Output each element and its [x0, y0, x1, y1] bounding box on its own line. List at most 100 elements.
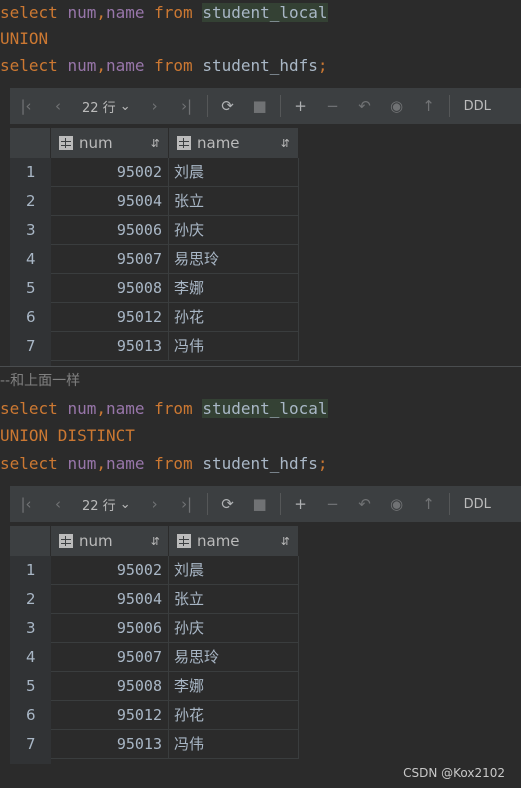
reload-icon[interactable]: ⟳	[212, 486, 244, 522]
sort-icon[interactable]: ⇵	[281, 137, 290, 150]
col-name: name	[105, 56, 145, 75]
kw-from: from	[154, 399, 193, 418]
rows-count-dropdown[interactable]: 22 行 ⌄	[74, 88, 139, 124]
sort-icon[interactable]: ⇵	[151, 137, 160, 150]
result-panel-1: |‹ ‹ 22 行 ⌄ › ›| ⟳ ■ + − ↶ ◉ ↑ DDL num ⇵ n…	[10, 88, 521, 366]
cell-name[interactable]: 冯伟	[169, 332, 299, 361]
col-name: name	[105, 454, 145, 473]
row-number[interactable]: 6	[10, 303, 51, 332]
sort-icon[interactable]: ⇵	[281, 535, 290, 548]
cell-num[interactable]: 95007	[51, 643, 169, 672]
cell-name[interactable]: 冯伟	[169, 730, 299, 759]
cell-num[interactable]: 95002	[51, 158, 169, 187]
cell-name[interactable]: 易思玲	[169, 643, 299, 672]
cell-num[interactable]: 95006	[51, 216, 169, 245]
ddl-button[interactable]: DDL	[454, 497, 501, 512]
cell-num[interactable]: 95004	[51, 187, 169, 216]
semicolon: ;	[317, 56, 328, 75]
sql-line-union-distinct[interactable]: UNION DISTINCT	[0, 423, 135, 449]
cell-name[interactable]: 孙庆	[169, 614, 299, 643]
sql-comment[interactable]: --和上面一样	[0, 368, 80, 394]
sql-line-select-local-2[interactable]: select num,name from student_local	[0, 396, 328, 422]
cell-num[interactable]: 95006	[51, 614, 169, 643]
next-page-icon[interactable]: ›	[139, 88, 171, 124]
previous-page-icon[interactable]: ‹	[42, 486, 74, 522]
row-number[interactable]: 1	[10, 556, 51, 585]
row-number[interactable]: 3	[10, 216, 51, 245]
stop-icon[interactable]: ■	[244, 486, 276, 522]
sort-icon[interactable]: ⇵	[151, 535, 160, 548]
next-page-icon[interactable]: ›	[139, 486, 171, 522]
column-icon	[177, 136, 191, 150]
rows-count-label: 22 行	[82, 100, 116, 116]
submit-icon[interactable]: ↑	[413, 486, 445, 522]
row-number[interactable]: 4	[10, 245, 51, 274]
cell-num[interactable]: 95008	[51, 672, 169, 701]
column-header-num[interactable]: num ⇵	[51, 526, 169, 556]
add-row-icon[interactable]: +	[285, 486, 317, 522]
cell-name[interactable]: 孙花	[169, 303, 299, 332]
stop-icon[interactable]: ■	[244, 88, 276, 124]
cell-name[interactable]: 李娜	[169, 672, 299, 701]
revert-icon[interactable]: ↶	[349, 486, 381, 522]
row-number-partial	[10, 759, 51, 764]
column-header-num[interactable]: num ⇵	[51, 128, 169, 158]
watermark: CSDN @Kox2102	[403, 766, 505, 780]
preview-icon[interactable]: ◉	[381, 486, 413, 522]
cell-num[interactable]: 95013	[51, 730, 169, 759]
add-row-icon[interactable]: +	[285, 88, 317, 124]
remove-row-icon[interactable]: −	[317, 486, 349, 522]
kw-from: from	[154, 454, 193, 473]
cell-name[interactable]: 刘晨	[169, 556, 299, 585]
cell-num[interactable]: 95004	[51, 585, 169, 614]
cell-name[interactable]: 孙庆	[169, 216, 299, 245]
row-number[interactable]: 7	[10, 332, 51, 361]
reload-icon[interactable]: ⟳	[212, 88, 244, 124]
comma: ,	[96, 3, 106, 22]
cell-name[interactable]: 刘晨	[169, 158, 299, 187]
cell-name[interactable]: 易思玲	[169, 245, 299, 274]
cell-num[interactable]: 95008	[51, 274, 169, 303]
cell-name[interactable]: 孙花	[169, 701, 299, 730]
remove-row-icon[interactable]: −	[317, 88, 349, 124]
revert-icon[interactable]: ↶	[349, 88, 381, 124]
last-page-icon[interactable]: ›|	[171, 486, 203, 522]
row-number[interactable]: 6	[10, 701, 51, 730]
cell-num[interactable]: 95002	[51, 556, 169, 585]
row-number[interactable]: 2	[10, 187, 51, 216]
submit-icon[interactable]: ↑	[413, 88, 445, 124]
cell-name[interactable]: 张立	[169, 187, 299, 216]
row-number[interactable]: 3	[10, 614, 51, 643]
sql-line-select-hdfs-1[interactable]: select num,name from student_hdfs;	[0, 53, 328, 79]
table-student-local: student_local	[202, 3, 328, 22]
cell-num[interactable]: 95013	[51, 332, 169, 361]
rows-count-label: 22 行	[82, 498, 116, 514]
row-number[interactable]: 1	[10, 158, 51, 187]
kw-select: select	[0, 3, 58, 22]
preview-icon[interactable]: ◉	[381, 88, 413, 124]
cell-num[interactable]: 95012	[51, 701, 169, 730]
sql-line-union[interactable]: UNION	[0, 26, 48, 52]
chevron-down-icon: ⌄	[119, 496, 131, 512]
first-page-icon[interactable]: |‹	[10, 486, 42, 522]
cell-name[interactable]: 李娜	[169, 274, 299, 303]
last-page-icon[interactable]: ›|	[171, 88, 203, 124]
result-panel-2: |‹ ‹ 22 行 ⌄ › ›| ⟳ ■ + − ↶ ◉ ↑ DDL num ⇵ n…	[10, 486, 521, 764]
row-number[interactable]: 7	[10, 730, 51, 759]
sql-line-select-hdfs-2[interactable]: select num,name from student_hdfs;	[0, 451, 328, 477]
first-page-icon[interactable]: |‹	[10, 88, 42, 124]
column-header-name[interactable]: name ⇵	[169, 526, 299, 556]
row-number[interactable]: 4	[10, 643, 51, 672]
ddl-button[interactable]: DDL	[454, 99, 501, 114]
previous-page-icon[interactable]: ‹	[42, 88, 74, 124]
row-number[interactable]: 5	[10, 672, 51, 701]
sql-line-select-local-1[interactable]: select num,name from student_local	[0, 0, 328, 26]
row-number[interactable]: 2	[10, 585, 51, 614]
cell-name[interactable]: 张立	[169, 585, 299, 614]
rows-count-dropdown[interactable]: 22 行 ⌄	[74, 486, 139, 522]
cell-num[interactable]: 95007	[51, 245, 169, 274]
column-header-name[interactable]: name ⇵	[169, 128, 299, 158]
cell-num[interactable]: 95012	[51, 303, 169, 332]
comma: ,	[96, 454, 106, 473]
row-number[interactable]: 5	[10, 274, 51, 303]
